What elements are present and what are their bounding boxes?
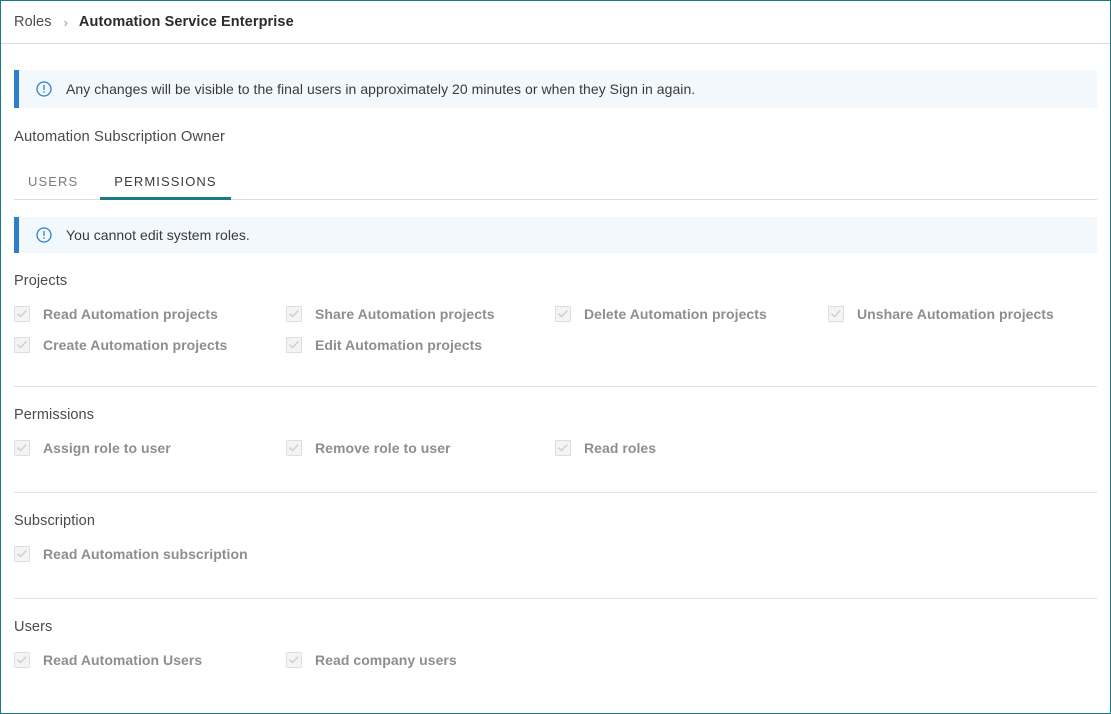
permission-section-subscription: Subscription Read Automation subscriptio…: [1, 513, 1110, 562]
page-title: Automation Subscription Owner: [14, 129, 225, 145]
section-title: Users: [14, 619, 53, 635]
section-divider: [14, 598, 1097, 599]
info-circle-icon: [36, 227, 52, 243]
permission-label: Remove role to user: [315, 440, 451, 456]
permission-item[interactable]: Unshare Automation projects: [828, 306, 1097, 322]
permission-item[interactable]: Read company users: [286, 652, 555, 668]
permission-label: Share Automation projects: [315, 306, 495, 322]
checkbox-checked-disabled-icon: [286, 440, 302, 456]
checkbox-checked-disabled-icon: [555, 440, 571, 456]
chevron-right-icon: ›: [63, 14, 68, 30]
permission-item[interactable]: Read roles: [555, 440, 828, 456]
permission-section-users: Users Read Automation Users Read company…: [1, 619, 1110, 668]
permission-label: Read Automation Users: [43, 652, 203, 668]
permission-item[interactable]: Read Automation subscription: [14, 546, 286, 562]
section-title: Projects: [14, 273, 68, 289]
permission-label: Delete Automation projects: [584, 306, 767, 322]
info-circle-icon: [36, 81, 52, 97]
permission-item[interactable]: Edit Automation projects: [286, 337, 555, 353]
section-divider: [14, 492, 1097, 493]
permission-item[interactable]: Assign role to user: [14, 440, 286, 456]
permission-label: Assign role to user: [43, 440, 171, 456]
permission-label: Read company users: [315, 652, 457, 668]
permission-item[interactable]: Remove role to user: [286, 440, 555, 456]
checkbox-checked-disabled-icon: [286, 652, 302, 668]
breadcrumb-current-role: Automation Service Enterprise: [78, 14, 294, 30]
permission-item[interactable]: Create Automation projects: [14, 337, 286, 353]
section-title: Subscription: [14, 513, 95, 529]
permission-label: Create Automation projects: [43, 337, 228, 353]
permission-label: Edit Automation projects: [315, 337, 483, 353]
tab-users[interactable]: USERS: [14, 174, 92, 200]
permission-item[interactable]: Delete Automation projects: [555, 306, 828, 322]
tab-bar: USERS PERMISSIONS: [14, 167, 1097, 200]
permission-grid: Read Automation projects Share Automatio…: [14, 306, 1097, 353]
permission-label: Read roles: [584, 440, 657, 456]
permission-item[interactable]: Read Automation projects: [14, 306, 286, 322]
permission-grid: Read Automation subscription: [14, 546, 1097, 562]
permission-grid: Read Automation Users Read company users: [14, 652, 1097, 668]
checkbox-checked-disabled-icon: [286, 337, 302, 353]
section-divider: [14, 386, 1097, 387]
section-title: Permissions: [14, 407, 95, 423]
tab-permissions[interactable]: PERMISSIONS: [100, 174, 231, 200]
permission-section-projects: Projects Read Automation projects Share …: [1, 273, 1110, 353]
checkbox-checked-disabled-icon: [286, 306, 302, 322]
checkbox-checked-disabled-icon: [828, 306, 844, 322]
checkbox-checked-disabled-icon: [14, 440, 30, 456]
checkbox-checked-disabled-icon: [14, 546, 30, 562]
role-detail-page: Roles › Automation Service Enterprise An…: [0, 0, 1111, 714]
info-banner-text: Any changes will be visible to the final…: [66, 81, 696, 97]
permission-item[interactable]: Read Automation Users: [14, 652, 286, 668]
permission-grid: Assign role to user Remove role to user …: [14, 440, 1097, 456]
breadcrumb: Roles › Automation Service Enterprise: [1, 1, 1110, 44]
info-banner-changes-visibility: Any changes will be visible to the final…: [14, 70, 1097, 108]
permission-section-permissions: Permissions Assign role to user Remove r…: [1, 407, 1110, 456]
permission-item[interactable]: Share Automation projects: [286, 306, 555, 322]
breadcrumb-link-roles[interactable]: Roles: [14, 14, 52, 30]
checkbox-checked-disabled-icon: [14, 306, 30, 322]
permission-label: Read Automation subscription: [43, 546, 248, 562]
checkbox-checked-disabled-icon: [14, 652, 30, 668]
info-banner-system-roles: You cannot edit system roles.: [14, 217, 1097, 253]
info-banner-text: You cannot edit system roles.: [66, 227, 250, 243]
permission-label: Read Automation projects: [43, 306, 218, 322]
checkbox-checked-disabled-icon: [14, 337, 30, 353]
checkbox-checked-disabled-icon: [555, 306, 571, 322]
permission-label: Unshare Automation projects: [857, 306, 1054, 322]
